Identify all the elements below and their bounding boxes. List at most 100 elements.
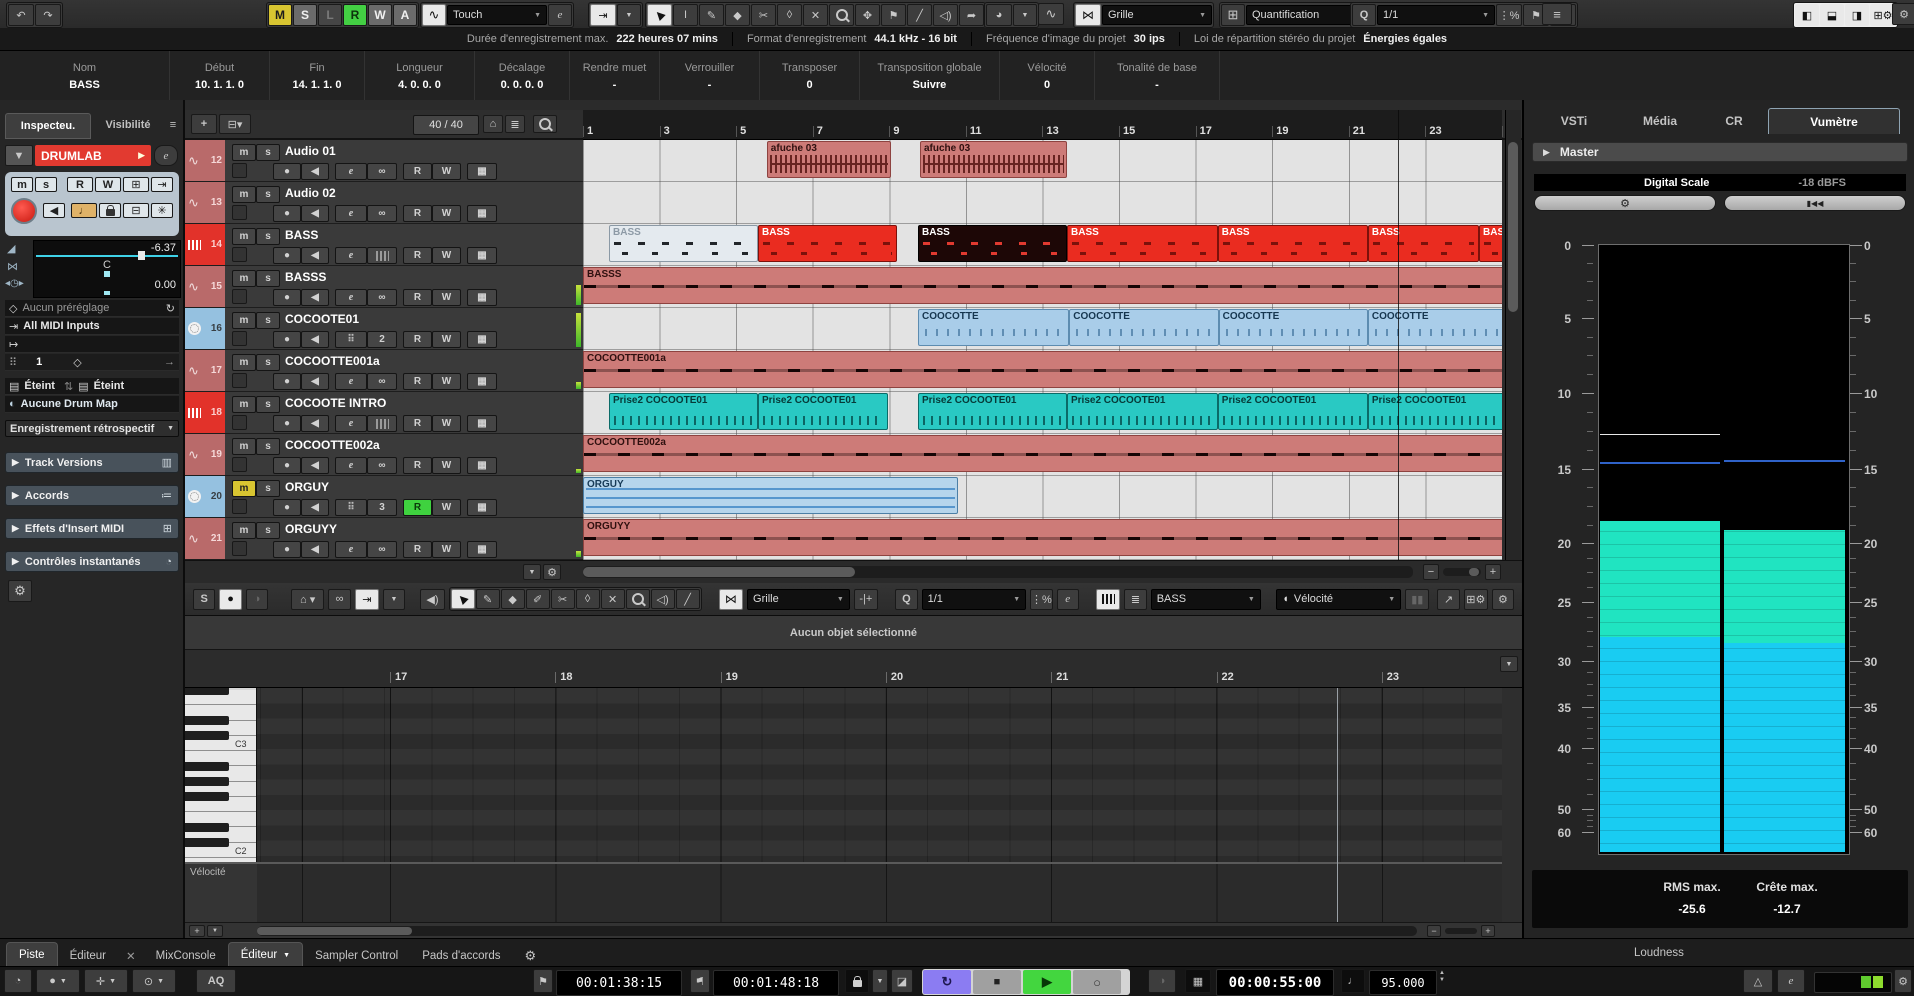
track-solo-button[interactable]: s — [256, 270, 280, 287]
insert-bypass-icon[interactable]: ∞ — [367, 163, 397, 180]
audition-tool[interactable]: ◁) — [933, 4, 958, 26]
metronome-setup-icon[interactable]: e — [1777, 969, 1805, 993]
track-write-button[interactable]: W — [432, 415, 461, 432]
link-editors-icon[interactable]: ∞ — [328, 589, 350, 610]
track-read-button[interactable]: R — [403, 499, 432, 516]
quantize-grid-icon[interactable]: ⊞ — [1221, 4, 1245, 26]
updown-icon[interactable]: ⇅ — [64, 380, 73, 393]
pan-handle[interactable] — [104, 271, 110, 277]
chevron-down-icon[interactable]: ▼ — [383, 589, 405, 610]
track-monitor-button[interactable]: ◀ — [301, 247, 329, 264]
track-monitor-button[interactable]: ◀ — [301, 541, 329, 558]
lanes-icon[interactable]: ≣ — [1124, 589, 1146, 610]
inspector-section-accords[interactable]: ▶Accords≔ — [5, 485, 179, 506]
output-routing-selector[interactable]: ↦ — [5, 336, 179, 353]
scrollbar-handle[interactable] — [1508, 142, 1518, 312]
track-write-button[interactable]: W — [432, 163, 461, 180]
track-expand-box[interactable] — [232, 373, 247, 388]
clip[interactable]: BASS — [609, 225, 758, 262]
tab--diteur[interactable]: Éditeur▼ — [228, 942, 303, 967]
track-mute-button[interactable]: m — [232, 396, 256, 413]
clip[interactable]: BASS — [1479, 225, 1502, 262]
audio-quantize-button[interactable]: AQ — [196, 969, 236, 993]
track-record-button[interactable]: ● — [273, 331, 301, 348]
snap-icon[interactable]: ⋈ — [1075, 4, 1101, 26]
inspector-section-effets-d-insert-midi[interactable]: ▶Effets d'Insert MIDI⊞ — [5, 518, 179, 539]
left-zone-toggle-icon[interactable]: ◧ — [1795, 4, 1819, 26]
inspector-section-track-versions[interactable]: ▶Track Versions▥ — [5, 452, 179, 473]
edit-channel-settings-button[interactable]: e — [154, 145, 178, 166]
audition-icon[interactable]: ◀) — [420, 589, 444, 610]
clip[interactable]: Prise2 COCOOTE01 — [1368, 393, 1502, 430]
color-swatch-icon[interactable]: ◕ — [986, 4, 1012, 26]
goto-left-locator-icon[interactable]: ⚑ — [533, 969, 553, 993]
track-lanes-button[interactable]: ▦ — [467, 247, 497, 264]
track-record-button[interactable]: ● — [273, 289, 301, 306]
pre-roll-audition-icon[interactable]: ◑ — [1148, 969, 1176, 993]
track-write-button[interactable]: W — [432, 373, 461, 390]
info-field-rendre-muet[interactable]: Rendre muet- — [570, 51, 660, 101]
lane-icon[interactable]: ⊟ — [123, 203, 149, 218]
zoom-slider[interactable] — [1443, 568, 1481, 576]
right-zone-tab-cr[interactable]: CR — [1706, 108, 1762, 133]
track-expand-box[interactable] — [232, 499, 247, 514]
zoom-tool[interactable] — [829, 4, 854, 26]
track-row[interactable]: 14msBASS●◀eRW▦ — [185, 224, 583, 266]
black-key[interactable] — [185, 762, 229, 771]
split-tool[interactable]: ✂ — [751, 4, 776, 26]
zoom-preset-icon[interactable]: ▼ — [523, 564, 541, 580]
track-expand-box[interactable] — [232, 331, 247, 346]
primary-time-display[interactable]: 00:00:55:00 — [1216, 969, 1334, 996]
track-edit-button[interactable]: e — [335, 415, 367, 432]
curve-type-button[interactable]: ∿ — [1038, 3, 1064, 25]
track-expand-box[interactable] — [232, 205, 247, 220]
soft-quantize-icon[interactable]: ⋮% — [1030, 589, 1052, 610]
tab-sampler-control[interactable]: Sampler Control — [303, 945, 410, 967]
cycle-mode-selector[interactable]: ✛ ▼ — [84, 969, 128, 993]
timebase-musical-icon[interactable]: ♩ — [71, 203, 97, 218]
scrollbar-handle[interactable] — [257, 927, 412, 935]
right-zone-tab-vumètre[interactable]: Vumètre — [1768, 108, 1900, 134]
track-read-button[interactable]: R — [403, 541, 432, 558]
track-edit-button[interactable]: e — [335, 163, 367, 180]
tab-visibility[interactable]: Visibilité — [93, 113, 163, 137]
spinner-up-icon[interactable]: ▲ — [1439, 970, 1445, 976]
clip[interactable]: Prise2 COCOOTE01 — [1067, 393, 1218, 430]
track-monitor-button[interactable]: ◀ — [301, 205, 329, 222]
clip[interactable]: BASS — [1218, 225, 1368, 262]
editor-horizontal-scrollbar[interactable] — [257, 926, 1417, 936]
glue-tool[interactable]: ◊ — [576, 589, 600, 609]
zoom-out-icon[interactable]: − — [1423, 564, 1439, 580]
info-field-d-calage[interactable]: Décalage0. 0. 0. 0 — [475, 51, 570, 101]
add-track-button[interactable]: + — [191, 114, 217, 134]
track-lanes-button[interactable]: ▦ — [467, 373, 497, 390]
track-expand-box[interactable] — [232, 289, 247, 304]
draw-tool[interactable]: ✎ — [699, 4, 724, 26]
ruler-scroll-icon[interactable]: ▼ — [1500, 656, 1518, 672]
editor-solo-button[interactable]: S — [193, 589, 215, 610]
midi-channel-grid-icon[interactable]: ⠿ — [335, 499, 367, 516]
meter-settings-gear-icon[interactable]: ⚙ — [1534, 195, 1716, 211]
state-button-w[interactable]: W — [368, 4, 392, 26]
track-mute-button[interactable]: m — [232, 522, 256, 539]
zoom-in-icon[interactable]: + — [1485, 564, 1501, 580]
preset-selector[interactable]: ◇ Aucun préréglage ↻ — [5, 300, 179, 317]
volume-slider[interactable] — [36, 255, 178, 257]
track-row[interactable]: ∿15msBASSS●◀e∞RW▦ — [185, 266, 583, 308]
editor-snap-dropdown[interactable]: Grille▼ — [747, 589, 850, 610]
glue-tool[interactable]: ◊ — [777, 4, 802, 26]
track-fold-icon[interactable]: ▼ — [5, 145, 33, 166]
track-preset-button[interactable]: ⊟▾ — [219, 114, 251, 134]
info-field-transposition-globale[interactable]: Transposition globaleSuivre — [860, 51, 1000, 101]
track-write-button[interactable]: W — [432, 289, 461, 306]
track-lanes-button[interactable]: ▦ — [467, 457, 497, 474]
clip[interactable]: afuche 03 — [920, 141, 1067, 178]
project-cursor[interactable] — [1398, 110, 1399, 560]
clip[interactable]: BASS — [1368, 225, 1479, 262]
clip[interactable]: Prise2 COCOOTE01 — [1218, 393, 1368, 430]
clip[interactable]: BASSS — [583, 267, 1502, 304]
insert-bypass-icon[interactable]: ∞ — [367, 289, 397, 306]
track-write-button[interactable]: W — [432, 205, 461, 222]
editor-display-mode-button[interactable]: ⌂ ▾ — [291, 589, 324, 610]
state-button-a[interactable]: A — [393, 4, 417, 26]
